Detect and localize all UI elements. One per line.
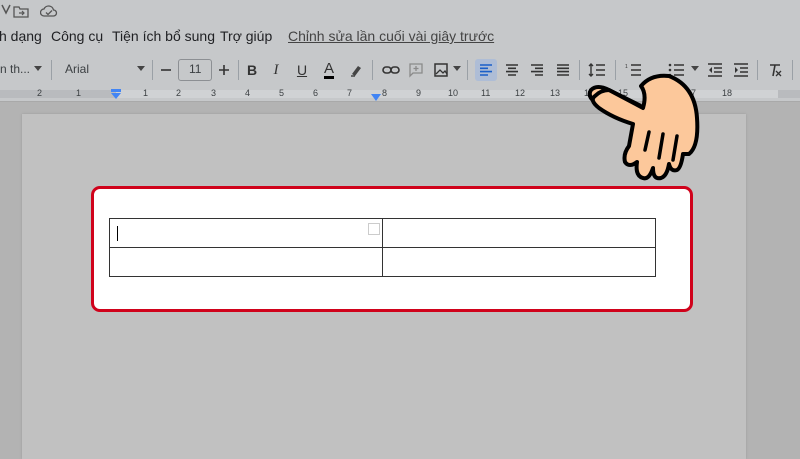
separator [372, 60, 373, 80]
ruler-number: 10 [448, 88, 459, 98]
justify-button[interactable] [552, 59, 574, 81]
menu-bar: h dạng Công cụ Tiện ích bổ sung Trợ giúp… [0, 22, 800, 52]
chevron-down-icon[interactable] [453, 66, 461, 71]
ruler-number: 8 [382, 88, 388, 98]
menu-tools[interactable]: Công cụ [51, 28, 103, 44]
bold-button[interactable]: B [241, 59, 263, 81]
align-right-icon [531, 64, 543, 76]
decrease-indent-icon [708, 63, 722, 77]
table-cell[interactable] [109, 247, 383, 277]
chevron-down-icon[interactable] [34, 66, 42, 71]
plus-icon [219, 65, 229, 75]
separator [238, 60, 239, 80]
insert-link-button[interactable] [380, 59, 402, 81]
add-comment-icon [409, 63, 423, 78]
decrease-indent-button[interactable] [704, 59, 726, 81]
star-icon[interactable] [0, 3, 14, 19]
increase-font-size-button[interactable] [213, 59, 235, 81]
align-justify-icon [557, 64, 569, 76]
move-to-folder-icon[interactable] [13, 3, 29, 19]
style-select[interactable]: n th... [0, 62, 30, 76]
font-size-value: 11 [189, 62, 202, 76]
underline-button[interactable]: U [291, 59, 313, 81]
align-left-button[interactable] [475, 59, 497, 81]
clear-formatting-icon [770, 64, 782, 77]
svg-text:1: 1 [625, 64, 628, 70]
ruler-number: 18 [722, 88, 733, 98]
top-strip [0, 0, 800, 22]
ruler-number: 1 [76, 88, 82, 98]
ruler-number: 7 [347, 88, 353, 98]
increase-indent-button[interactable] [730, 59, 752, 81]
text-color-button[interactable]: A [318, 59, 340, 81]
table-cell[interactable] [109, 218, 383, 248]
decrease-font-size-button[interactable] [155, 59, 177, 81]
pointing-hand-icon [583, 72, 703, 182]
left-indent-marker[interactable] [110, 88, 122, 106]
text-cursor [117, 226, 118, 241]
italic-button[interactable]: I [265, 59, 287, 81]
ruler-number: 13 [550, 88, 561, 98]
insert-image-button[interactable] [430, 59, 452, 81]
ruler-number: 6 [313, 88, 319, 98]
clear-formatting-button[interactable] [764, 59, 786, 81]
separator [467, 60, 468, 80]
ruler-number: 3 [211, 88, 217, 98]
menu-addons[interactable]: Tiện ích bổ sung [112, 28, 215, 44]
insert-comment-button[interactable] [405, 59, 427, 81]
ruler-number: 9 [416, 88, 422, 98]
separator [579, 60, 580, 80]
align-right-button[interactable] [526, 59, 548, 81]
highlighter-icon [351, 66, 361, 77]
column-marker[interactable] [370, 90, 382, 108]
separator [792, 60, 793, 80]
align-left-icon [480, 64, 492, 76]
ruler-number: 1 [143, 88, 149, 98]
document-table[interactable] [109, 218, 656, 277]
highlight-color-button[interactable] [345, 59, 367, 81]
menu-help[interactable]: Trợ giúp [220, 28, 272, 44]
image-icon [434, 63, 448, 77]
increase-indent-icon [734, 63, 748, 77]
chevron-down-icon[interactable] [691, 66, 699, 71]
cell-menu-icon[interactable] [368, 223, 380, 235]
font-select[interactable]: Arial [65, 62, 89, 76]
separator [51, 60, 52, 80]
chevron-down-icon[interactable] [137, 66, 145, 71]
table-row [109, 247, 656, 277]
text-color-letter: A [323, 60, 334, 79]
ruler-number: 2 [37, 88, 43, 98]
ruler-number: 2 [176, 88, 182, 98]
table-row [109, 218, 656, 248]
minus-icon [161, 69, 171, 71]
link-icon [382, 66, 400, 74]
align-center-icon [506, 64, 518, 76]
table-cell[interactable] [382, 218, 656, 248]
ruler-number: 12 [515, 88, 526, 98]
table-cell[interactable] [382, 247, 656, 277]
menu-format[interactable]: h dạng [0, 28, 42, 44]
ruler-number: 11 [481, 88, 491, 98]
last-edit-link[interactable]: Chỉnh sửa lần cuối vài giây trước [288, 28, 494, 44]
align-center-button[interactable] [501, 59, 523, 81]
separator [757, 60, 758, 80]
cloud-saved-icon[interactable] [39, 3, 58, 19]
ruler-number: 4 [245, 88, 251, 98]
separator [152, 60, 153, 80]
ruler-number: 5 [279, 88, 285, 98]
